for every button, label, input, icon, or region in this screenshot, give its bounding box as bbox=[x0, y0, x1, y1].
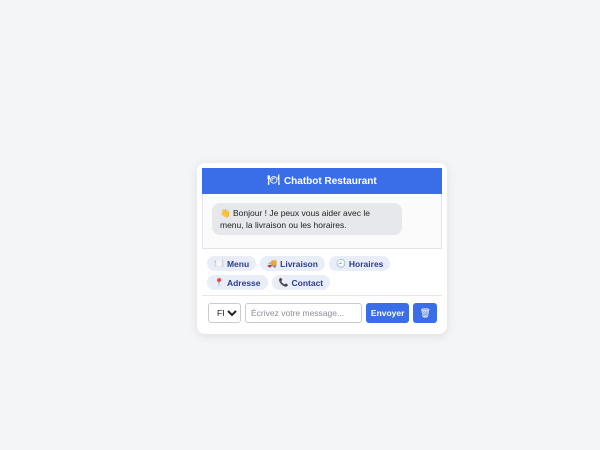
restaurant-icon: 🍽 bbox=[267, 175, 280, 186]
phone-icon: 📞 bbox=[278, 277, 289, 287]
message-input[interactable] bbox=[245, 303, 362, 323]
chat-title: Chatbot Restaurant bbox=[283, 175, 377, 187]
quick-action-label: Menu bbox=[226, 258, 250, 269]
trash-icon: 🗑 bbox=[419, 307, 431, 318]
quick-action-menu[interactable]: 🍽️ Menu bbox=[207, 256, 257, 271]
quick-action-livraison[interactable]: 🚚 Livraison bbox=[260, 256, 325, 271]
quick-action-adresse[interactable]: 📍 Adresse bbox=[207, 275, 268, 290]
clock-icon: 🕘 bbox=[335, 258, 346, 268]
quick-action-label: Adresse bbox=[226, 277, 261, 288]
bot-message: 👋 Bonjour ! Je peux vous aider avec le m… bbox=[212, 203, 402, 235]
truck-icon: 🚚 bbox=[267, 258, 278, 268]
chatbot-widget: 🍽 Chatbot Restaurant 👋 Bonjour ! Je peux… bbox=[197, 163, 447, 334]
divider bbox=[202, 295, 442, 296]
chat-header: 🍽 Chatbot Restaurant bbox=[202, 168, 442, 194]
language-select[interactable]: FR bbox=[208, 303, 241, 323]
pin-icon: 📍 bbox=[214, 277, 224, 287]
clear-button[interactable]: 🗑 bbox=[413, 303, 437, 323]
chat-messages[interactable]: 👋 Bonjour ! Je peux vous aider avec le m… bbox=[202, 194, 442, 249]
wave-icon: 👋 bbox=[220, 208, 231, 218]
cutlery-icon: 🍽️ bbox=[214, 258, 224, 268]
quick-action-label: Livraison bbox=[280, 258, 318, 269]
quick-action-contact[interactable]: 📞 Contact bbox=[271, 275, 331, 290]
quick-action-label: Contact bbox=[291, 277, 324, 288]
send-button[interactable]: Envoyer bbox=[366, 303, 410, 323]
bot-message-text: Bonjour ! Je peux vous aider avec le men… bbox=[220, 208, 370, 230]
chat-input-row: FR Envoyer 🗑 bbox=[208, 303, 437, 323]
quick-actions: 🍽️ Menu 🚚 Livraison 🕘 Horaires 📍 Adresse… bbox=[207, 256, 439, 290]
quick-action-horaires[interactable]: 🕘 Horaires bbox=[328, 256, 391, 271]
quick-action-label: Horaires bbox=[348, 258, 384, 269]
